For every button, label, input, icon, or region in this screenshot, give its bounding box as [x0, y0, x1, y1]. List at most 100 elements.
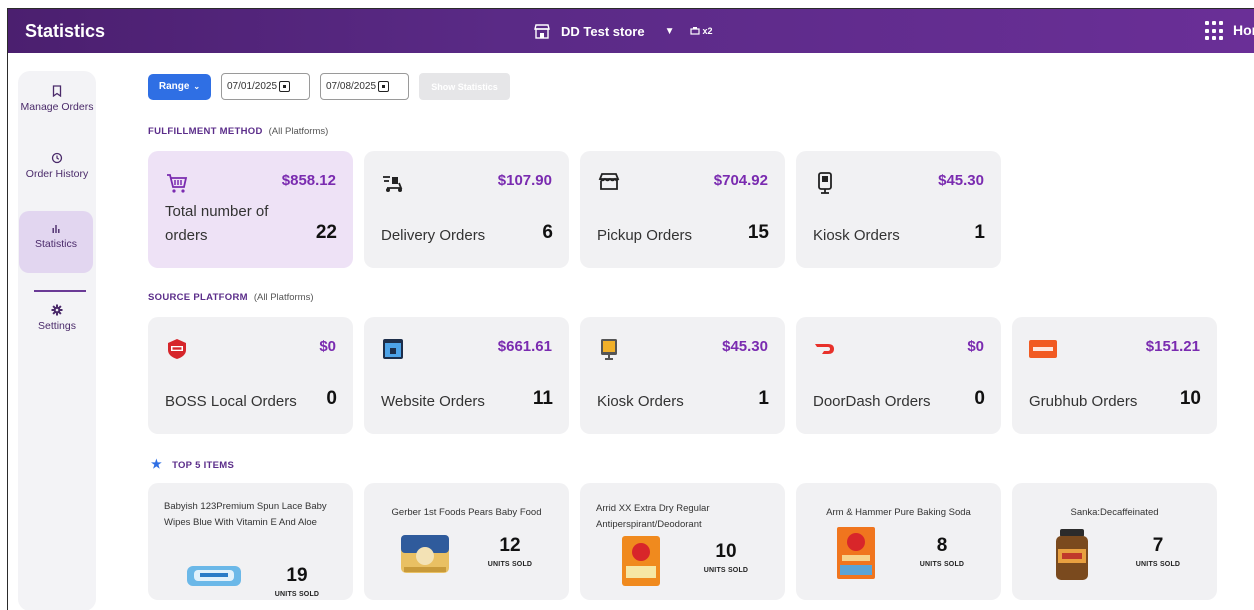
history-icon [51, 152, 63, 164]
end-date-input[interactable]: 07/08/2025 [320, 73, 409, 100]
section-title: TOP 5 ITEMS [172, 460, 235, 471]
card-label: Kiosk Orders [813, 227, 900, 244]
card-count: 15 [747, 222, 769, 243]
units-sold: 10 UNITS SOLD [696, 541, 756, 574]
card-amount: $0 [967, 338, 984, 355]
sidebar-item-label: Settings [38, 320, 76, 332]
units-sold: 19 UNITS SOLD [267, 565, 327, 598]
card-count: 0 [974, 388, 985, 409]
units-count: 19 [286, 565, 308, 586]
boss-logo-icon [168, 339, 186, 359]
card-count: 6 [542, 222, 553, 243]
units-label: UNITS SOLD [1135, 561, 1181, 568]
card-label: Grubhub Orders [1029, 393, 1138, 410]
top-item-card[interactable]: Arm & Hammer Pure Baking Soda 8 UNITS SO… [796, 483, 1001, 600]
fulfillment-card-delivery[interactable]: $107.90 Delivery Orders 6 [364, 151, 569, 268]
item-name: Gerber 1st Foods Pears Baby Food [391, 507, 542, 518]
shopping-cart-icon [167, 174, 188, 193]
card-count: 0 [326, 388, 337, 409]
sidebar-item-statistics[interactable]: Statistics [19, 211, 93, 273]
fulfillment-card-kiosk[interactable]: $45.30 Kiosk Orders 1 [796, 151, 1001, 268]
source-card-boss[interactable]: $0 BOSS Local Orders 0 [148, 317, 353, 434]
app-window: Statistics DD Test store ▼ x2 Hor [7, 8, 1254, 610]
end-date-value: 07/08/2025 [326, 81, 377, 92]
section-subtitle: (All Platforms) [253, 292, 314, 303]
units-sold: 7 UNITS SOLD [1128, 535, 1188, 568]
product-image [1056, 529, 1088, 580]
card-label: Delivery Orders [381, 227, 486, 244]
units-sold: 12 UNITS SOLD [480, 535, 540, 568]
card-count: 10 [1179, 388, 1201, 409]
source-card-doordash[interactable]: $0 DoorDash Orders 0 [796, 317, 1001, 434]
calendar-icon[interactable] [378, 81, 390, 92]
fulfillment-card-pickup[interactable]: $704.92 Pickup Orders 15 [580, 151, 785, 268]
units-label: UNITS SOLD [919, 561, 965, 568]
units-label: UNITS SOLD [487, 561, 533, 568]
units-count: 10 [715, 541, 737, 562]
kiosk-icon [818, 172, 832, 194]
sidebar-divider [34, 290, 86, 292]
product-image [187, 566, 241, 586]
star-icon: ★ [151, 457, 163, 471]
section-title: FULFILLMENT METHOD [148, 126, 263, 137]
calendar-icon[interactable] [279, 81, 291, 92]
source-section-title: SOURCE PLATFORM (All Platforms) [148, 292, 314, 303]
units-count: 7 [1152, 535, 1164, 556]
grubhub-logo-icon [1029, 340, 1057, 358]
sidebar-item-order-history[interactable]: Order History [18, 152, 96, 181]
show-statistics-button[interactable]: Show Statistics [419, 73, 510, 100]
item-name: Babyish 123Premium Spun Lace Baby Wipes … [164, 501, 327, 528]
units-sold: 8 UNITS SOLD [912, 535, 972, 568]
top-items-section-title: ★ TOP 5 ITEMS [151, 457, 234, 471]
start-date-input[interactable]: 07/01/2025 [221, 73, 310, 100]
range-label: Range [158, 81, 190, 92]
top-item-card[interactable]: Gerber 1st Foods Pears Baby Food 12 UNIT… [364, 483, 569, 600]
sidebar-item-manage-orders[interactable]: Manage Orders [18, 85, 96, 114]
source-card-kiosk[interactable]: $45.30 Kiosk Orders 1 [580, 317, 785, 434]
product-image [401, 535, 449, 573]
sidebar-item-label: Manage Orders [20, 101, 94, 113]
card-count: 1 [758, 388, 769, 409]
sidebar-item-label: Order History [25, 168, 89, 180]
doordash-logo-icon [815, 344, 834, 354]
card-amount: $858.12 [281, 172, 336, 189]
top-item-card[interactable]: Arrid XX Extra Dry Regular Antiperspiran… [580, 483, 785, 600]
start-date-value: 07/01/2025 [227, 81, 278, 92]
card-amount: $107.90 [497, 172, 552, 189]
card-amount: $0 [319, 338, 336, 355]
item-name: Sanka:Decaffeinated [1070, 507, 1159, 518]
website-icon [383, 339, 403, 359]
sidebar-item-label: Statistics [34, 238, 77, 250]
bookmark-icon [52, 85, 62, 97]
source-card-grubhub[interactable]: $151.21 Grubhub Orders 10 [1012, 317, 1217, 434]
card-count: 11 [532, 388, 553, 409]
card-label: Kiosk Orders [597, 393, 684, 410]
card-label: Pickup Orders [597, 227, 693, 244]
delivery-scooter-icon [383, 176, 403, 192]
product-image [837, 527, 875, 579]
gear-icon [51, 304, 63, 316]
card-amount: $45.30 [722, 338, 768, 355]
filter-bar: Range ⌄ 07/01/2025 07/08/2025 Show Stati… [148, 73, 510, 100]
units-label: UNITS SOLD [274, 591, 320, 598]
units-count: 8 [936, 535, 948, 556]
section-title: SOURCE PLATFORM [148, 292, 248, 303]
card-amount: $661.61 [497, 338, 552, 355]
units-label: UNITS SOLD [703, 567, 749, 574]
fulfillment-section-title: FULFILLMENT METHOD (All Platforms) [148, 126, 328, 137]
source-card-website[interactable]: $661.61 Website Orders 11 [364, 317, 569, 434]
bar-chart-icon [52, 225, 60, 233]
top-item-card[interactable]: Babyish 123Premium Spun Lace Baby Wipes … [148, 483, 353, 600]
kiosk-screen-icon [601, 339, 617, 360]
item-name: Arrid XX Extra Dry Regular Antiperspiran… [596, 503, 710, 530]
fulfillment-card-total[interactable]: $858.12 Total number of orders 22 [148, 151, 353, 268]
card-count: 22 [315, 222, 337, 243]
item-name: Arm & Hammer Pure Baking Soda [826, 507, 971, 518]
card-amount: $151.21 [1145, 338, 1200, 355]
top-item-card[interactable]: Sanka:Decaffeinated 7 UNITS SOLD [1012, 483, 1217, 600]
units-count: 12 [499, 535, 521, 556]
sidebar-item-settings[interactable]: Settings [18, 304, 96, 333]
store-icon [598, 173, 620, 190]
sidebar: Manage Orders Order History Statistics S… [18, 71, 96, 610]
range-dropdown-button[interactable]: Range ⌄ [148, 73, 211, 100]
